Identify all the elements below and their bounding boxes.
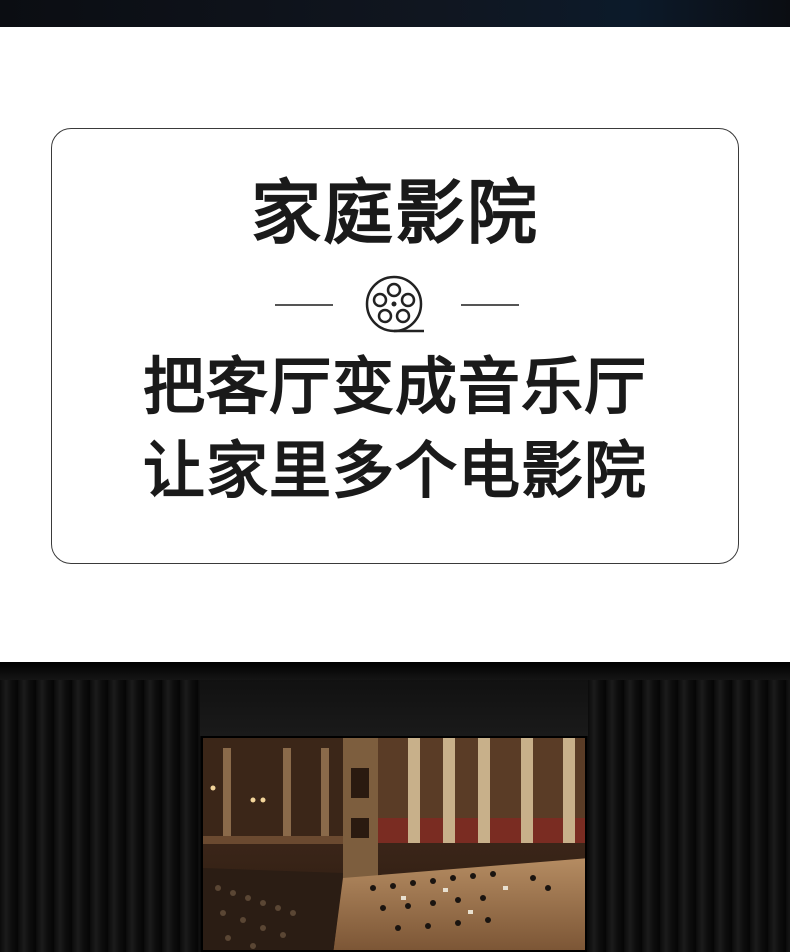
curtain-right [588, 680, 790, 952]
curtain-above-screen [200, 680, 588, 736]
ceiling-strip [0, 662, 790, 680]
film-reel-icon [365, 275, 424, 333]
tagline-line-2: 让家里多个电影院 [142, 434, 647, 507]
concert-hall-image [203, 738, 585, 950]
tagline-line-1: 把客厅变成音乐厅 [142, 350, 647, 423]
section-title: 家庭影院 [251, 172, 539, 254]
divider-right-line [461, 304, 519, 306]
home-theater-photo [0, 662, 790, 952]
divider-left-line [275, 304, 333, 306]
top-dark-banner [0, 0, 790, 27]
curtain-left [0, 680, 200, 952]
tv-screen [201, 736, 587, 952]
